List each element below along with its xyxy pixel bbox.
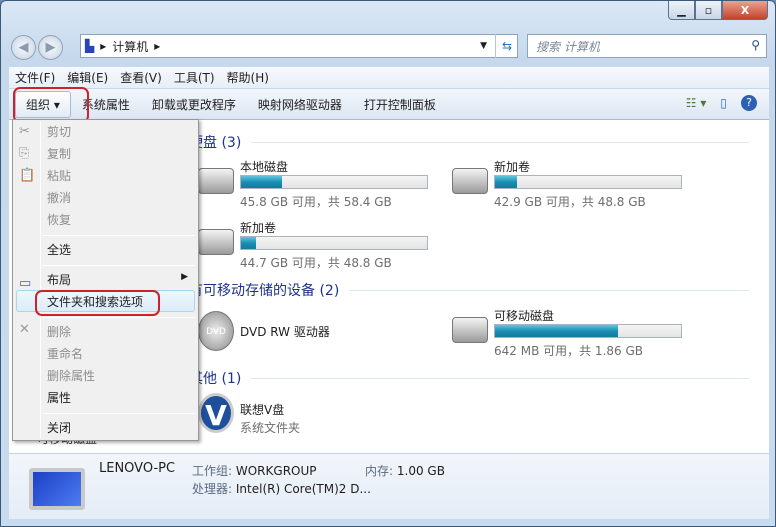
menu-help[interactable]: 帮助(H) [221, 69, 275, 86]
organize-context-menu: ✂ ⎘ 📋 ▭ ✕ 剪切 复制 粘贴 撤消 恢复 全选 布局 ▶ 文件夹和搜索选… [12, 119, 199, 441]
menu-item-close[interactable]: 关闭 [47, 418, 71, 438]
menu-view[interactable]: 查看(V) [114, 69, 168, 86]
uninstall-program-button[interactable]: 卸载或更改程序 [141, 96, 247, 113]
maximize-button[interactable]: ▫ [695, 1, 722, 20]
search-icon[interactable]: ⚲ [751, 38, 760, 52]
menu-file[interactable]: 文件(F) [9, 69, 61, 86]
copy-icon: ⎘ [19, 146, 30, 161]
preview-pane-icon[interactable]: ▯ [720, 96, 727, 110]
search-input[interactable]: 搜索 计算机 ⚲ [527, 34, 767, 58]
hard-drive-icon [198, 168, 234, 194]
group-other: 其他 (1) [189, 368, 749, 388]
menu-item-undo[interactable]: 撤消 [47, 188, 71, 208]
open-control-panel-button[interactable]: 打开控制面板 [353, 96, 447, 113]
menu-item-cut[interactable]: 剪切 [47, 122, 71, 142]
refresh-button[interactable]: ⇆ [495, 34, 518, 58]
removable-disk-icon [452, 317, 488, 343]
menu-item-properties[interactable]: 属性 [47, 388, 71, 408]
highlight-folder-options [35, 290, 160, 316]
menu-tools[interactable]: 工具(T) [168, 69, 221, 86]
back-button[interactable]: ◀ [11, 35, 36, 60]
menu-bar: 文件(F) 编辑(E) 查看(V) 工具(T) 帮助(H) [9, 67, 769, 88]
details-pane: LENOVO-PC 工作组: WORKGROUP 内存: 1.00 GB 处理器… [9, 453, 769, 519]
menu-item-remove-properties[interactable]: 删除属性 [47, 366, 95, 386]
close-button[interactable]: X [722, 1, 768, 20]
menu-edit[interactable]: 编辑(E) [61, 69, 114, 86]
submenu-arrow-icon: ▶ [181, 272, 188, 282]
chevron-right-icon: ▸ [100, 39, 107, 53]
highlight-organize [13, 87, 89, 123]
computer-name: LENOVO-PC [99, 461, 176, 476]
explorer-window: ▁ ▫ X ◀ ▶ ▙ ▸ 计算机 ▸ ▼ ⇆ 搜索 计算机 ⚲ 文件(F) 编… [0, 0, 776, 527]
paste-icon: 📋 [19, 168, 36, 183]
address-bar[interactable]: ▙ ▸ 计算机 ▸ ▼ [80, 34, 518, 58]
hard-drive-icon [198, 229, 234, 255]
menu-item-paste[interactable]: 粘贴 [47, 166, 71, 186]
usage-bar [240, 236, 428, 250]
usage-bar [240, 175, 428, 189]
breadcrumb-computer[interactable]: 计算机 [112, 38, 148, 55]
menu-item-copy[interactable]: 复制 [47, 144, 71, 164]
group-hard-disks: 硬盘 (3) [189, 132, 749, 152]
computer-icon [29, 468, 85, 510]
map-network-drive-button[interactable]: 映射网络驱动器 [247, 96, 353, 113]
dvd-drive-icon: DVD [198, 311, 234, 351]
menu-item-layout[interactable]: 布局 [47, 270, 71, 290]
menu-item-redo[interactable]: 恢复 [47, 210, 71, 230]
minimize-button[interactable]: ▁ [668, 1, 695, 20]
scissors-icon: ✂ [19, 124, 30, 139]
menu-item-select-all[interactable]: 全选 [47, 240, 71, 260]
forward-button[interactable]: ▶ [38, 35, 63, 60]
usage-bar [494, 324, 682, 338]
menu-item-rename[interactable]: 重命名 [47, 344, 83, 364]
computer-icon: ▙ [85, 39, 95, 53]
lenovo-v-disk-icon: V [198, 393, 234, 433]
hard-drive-icon [452, 168, 488, 194]
search-placeholder: 搜索 计算机 [536, 39, 600, 54]
layout-icon: ▭ [19, 276, 32, 291]
chevron-right-icon: ▸ [154, 39, 161, 53]
delete-icon: ✕ [19, 322, 30, 337]
menu-item-delete[interactable]: 删除 [47, 322, 71, 342]
toolbar: 组织 ▾ 系统属性 卸载或更改程序 映射网络驱动器 打开控制面板 ☷ ▾ ▯ ? [9, 89, 769, 120]
group-removable: 有可移动存储的设备 (2) [189, 280, 749, 300]
help-icon[interactable]: ? [741, 95, 757, 111]
view-options-icon[interactable]: ☷ ▾ [686, 96, 707, 110]
usage-bar [494, 175, 682, 189]
dropdown-icon[interactable]: ▼ [480, 41, 487, 51]
